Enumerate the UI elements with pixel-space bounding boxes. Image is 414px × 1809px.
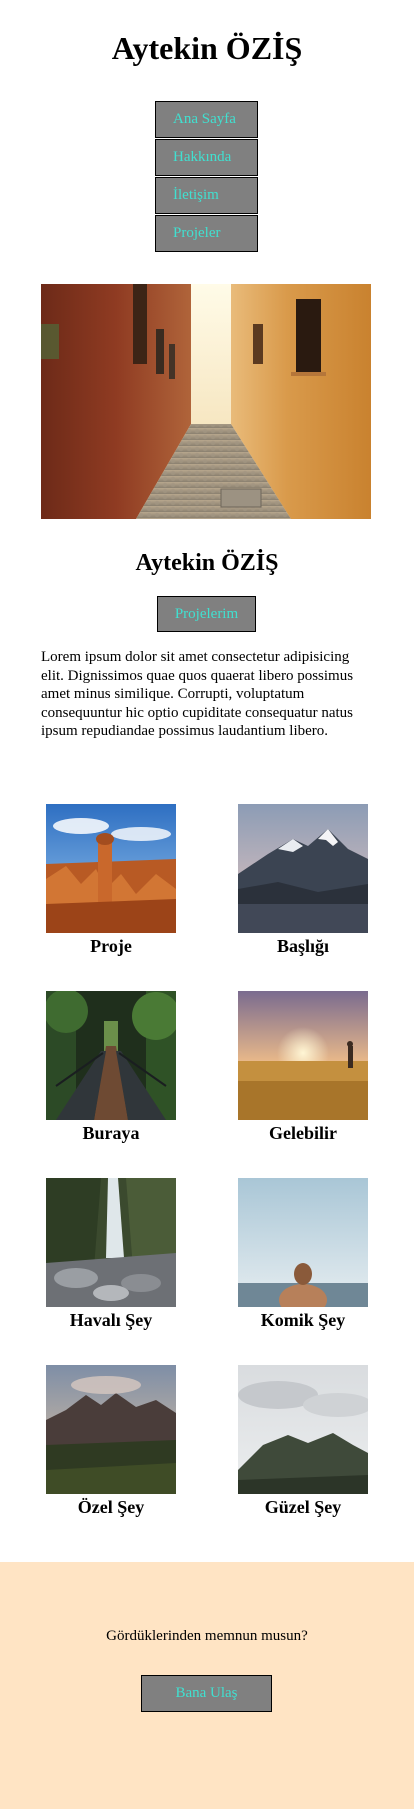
project-card-8[interactable]: Güzel Şey xyxy=(238,1365,368,1518)
nav-contact[interactable]: İletişim xyxy=(155,177,258,214)
nav-home[interactable]: Ana Sayfa xyxy=(155,101,258,138)
project-label: Havalı Şey xyxy=(69,1310,153,1330)
mountain-valley-image xyxy=(46,1365,176,1494)
project-label: Proje xyxy=(90,936,132,956)
canyon-hoodoo-image xyxy=(46,804,176,933)
waterfall-image xyxy=(46,1178,176,1307)
misty-mountain-image xyxy=(238,1365,368,1494)
nav-projects[interactable]: Projeler xyxy=(155,215,258,252)
my-projects-button[interactable]: Projelerim xyxy=(157,596,256,632)
man-looking-sea-image xyxy=(238,1178,368,1307)
snowy-mountain-image xyxy=(238,804,368,933)
project-label: Başlığı xyxy=(276,936,329,956)
footer-text: Gördüklerinden memnun musun? xyxy=(106,1628,308,1644)
intro-paragraph: Lorem ipsum dolor sit amet consectetur a… xyxy=(41,649,354,739)
project-label: Güzel Şey xyxy=(264,1497,342,1517)
main-nav: Ana Sayfa Hakkında İletişim Projeler xyxy=(155,101,258,253)
footer: Gördüklerinden memnun musun? Bana Ulaş xyxy=(0,1562,414,1809)
project-card-3[interactable]: Buraya xyxy=(46,991,176,1144)
site-title: Aytekin ÖZİŞ xyxy=(111,30,303,66)
project-card-4[interactable]: Gelebilir xyxy=(238,991,368,1144)
intro-name: Aytekin ÖZİŞ xyxy=(135,550,279,576)
nav-about[interactable]: Hakkında xyxy=(155,139,258,176)
project-card-7[interactable]: Özel Şey xyxy=(46,1365,176,1518)
project-label: Gelebilir xyxy=(269,1123,337,1143)
contact-me-button[interactable]: Bana Ulaş xyxy=(141,1675,272,1712)
sunset-field-image xyxy=(238,991,368,1120)
forest-bridge-image xyxy=(46,991,176,1120)
project-label: Buraya xyxy=(82,1123,140,1143)
project-card-5[interactable]: Havalı Şey xyxy=(46,1178,176,1331)
project-card-1[interactable]: Proje xyxy=(46,804,176,957)
project-label: Özel Şey xyxy=(77,1497,145,1517)
project-card-2[interactable]: Başlığı xyxy=(238,804,368,957)
project-label: Komik Şey xyxy=(260,1310,346,1330)
hero-image-street xyxy=(41,284,371,519)
project-card-6[interactable]: Komik Şey xyxy=(238,1178,368,1331)
